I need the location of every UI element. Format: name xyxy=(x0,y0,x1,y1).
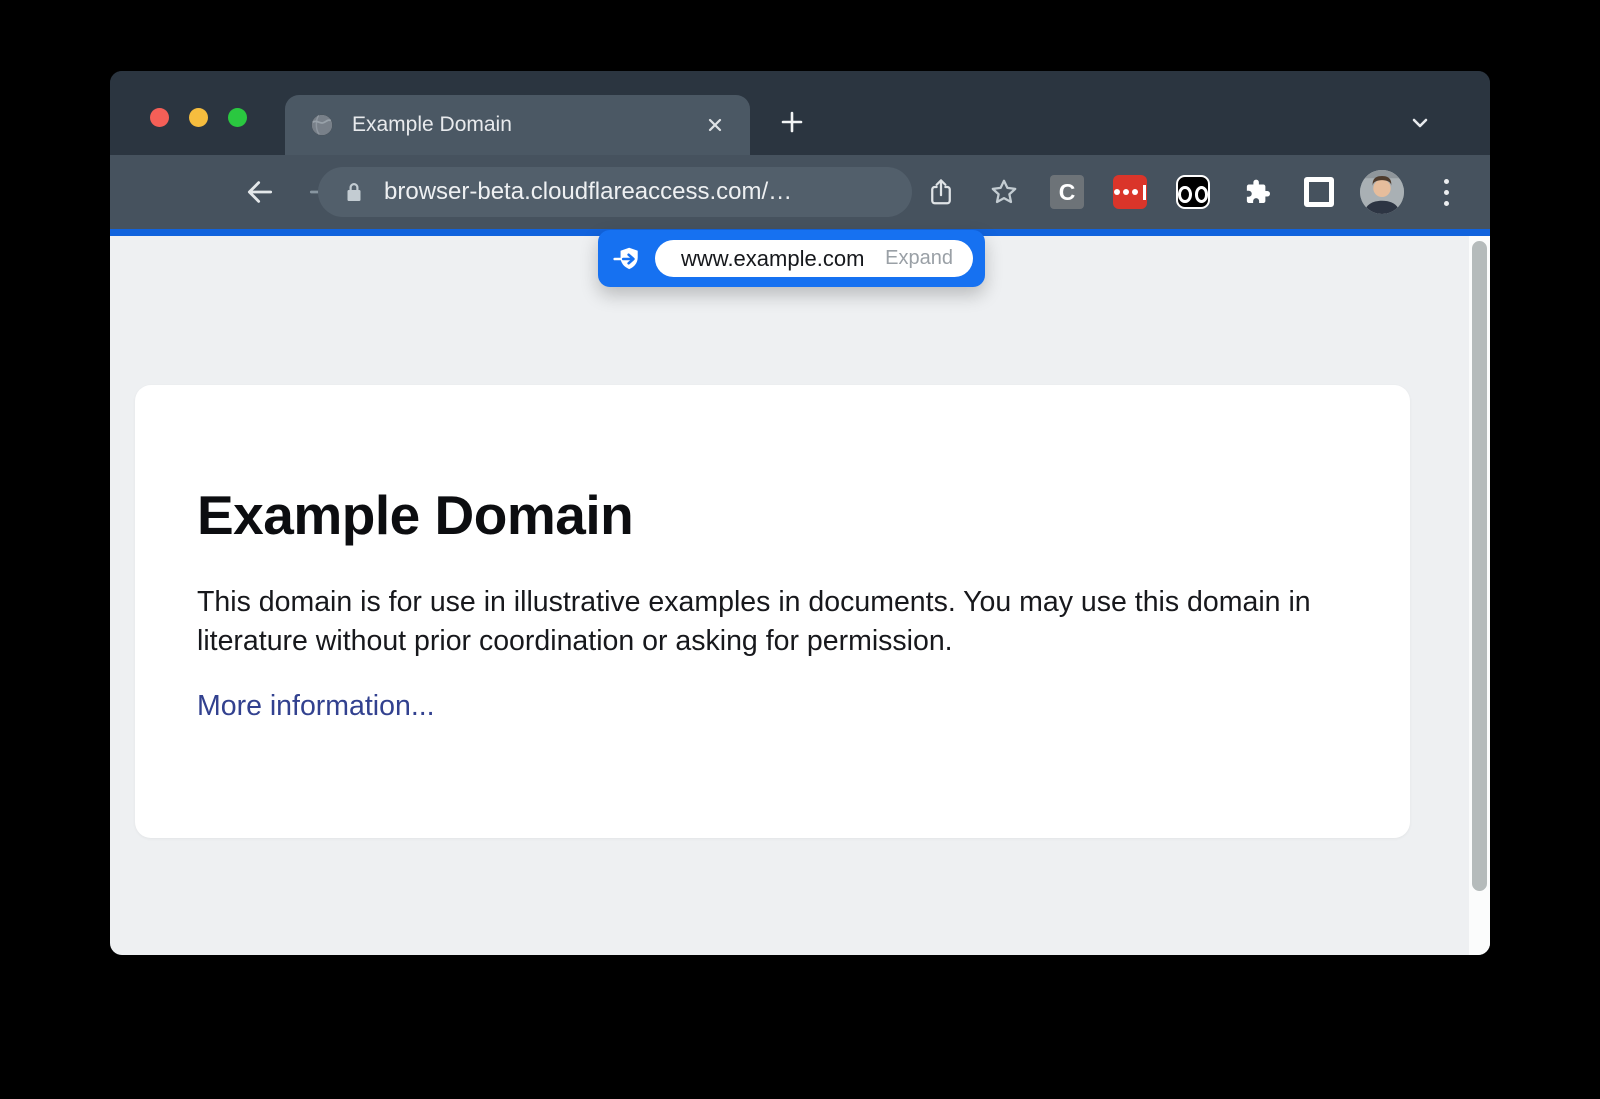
isolation-host-bar[interactable]: www.example.com Expand xyxy=(598,230,985,287)
browser-window: Example Domain xyxy=(110,71,1490,955)
isolated-host-text: www.example.com xyxy=(681,246,864,272)
lock-icon[interactable] xyxy=(342,180,366,204)
tab-search-chevron-icon[interactable] xyxy=(1402,105,1438,141)
page-card: Example Domain This domain is for use in… xyxy=(135,385,1410,838)
tab-strip: Example Domain xyxy=(110,71,1490,155)
goggles-extension-icon[interactable] xyxy=(1176,175,1210,209)
scrollbar-thumb[interactable] xyxy=(1472,241,1487,891)
side-panel-icon[interactable] xyxy=(1304,177,1334,207)
globe-favicon-icon xyxy=(309,112,335,138)
shield-arrow-icon xyxy=(598,244,655,274)
expand-button[interactable]: Expand xyxy=(885,247,953,270)
browser-tab[interactable]: Example Domain xyxy=(285,95,750,155)
page-heading: Example Domain xyxy=(197,483,1348,547)
c-extension-icon[interactable]: C xyxy=(1050,175,1084,209)
zoom-window-button[interactable] xyxy=(228,108,247,127)
back-button[interactable] xyxy=(242,174,278,210)
toolbar: browser-beta.cloudflareaccess.com/… C xyxy=(110,155,1490,229)
traffic-lights xyxy=(150,108,247,127)
bookmark-star-icon[interactable] xyxy=(986,174,1022,210)
browser-menu-icon[interactable] xyxy=(1428,174,1464,210)
minimize-window-button[interactable] xyxy=(189,108,208,127)
more-information-link[interactable]: More information... xyxy=(197,690,435,723)
password-manager-extension-icon[interactable] xyxy=(1113,175,1147,209)
isolation-host-pill[interactable]: www.example.com Expand xyxy=(655,240,973,277)
page-paragraph: This domain is for use in illustrative e… xyxy=(197,583,1348,660)
profile-avatar[interactable] xyxy=(1360,170,1404,214)
extensions-puzzle-icon[interactable] xyxy=(1239,174,1275,210)
share-icon[interactable] xyxy=(923,174,959,210)
tab-close-icon[interactable] xyxy=(702,112,728,138)
close-window-button[interactable] xyxy=(150,108,169,127)
tab-title: Example Domain xyxy=(352,113,702,137)
new-tab-button[interactable] xyxy=(770,100,814,144)
url-text: browser-beta.cloudflareaccess.com/… xyxy=(384,178,792,206)
page-viewport: www.example.com Expand Example Domain Th… xyxy=(110,236,1490,955)
address-bar[interactable]: browser-beta.cloudflareaccess.com/… xyxy=(318,167,912,217)
